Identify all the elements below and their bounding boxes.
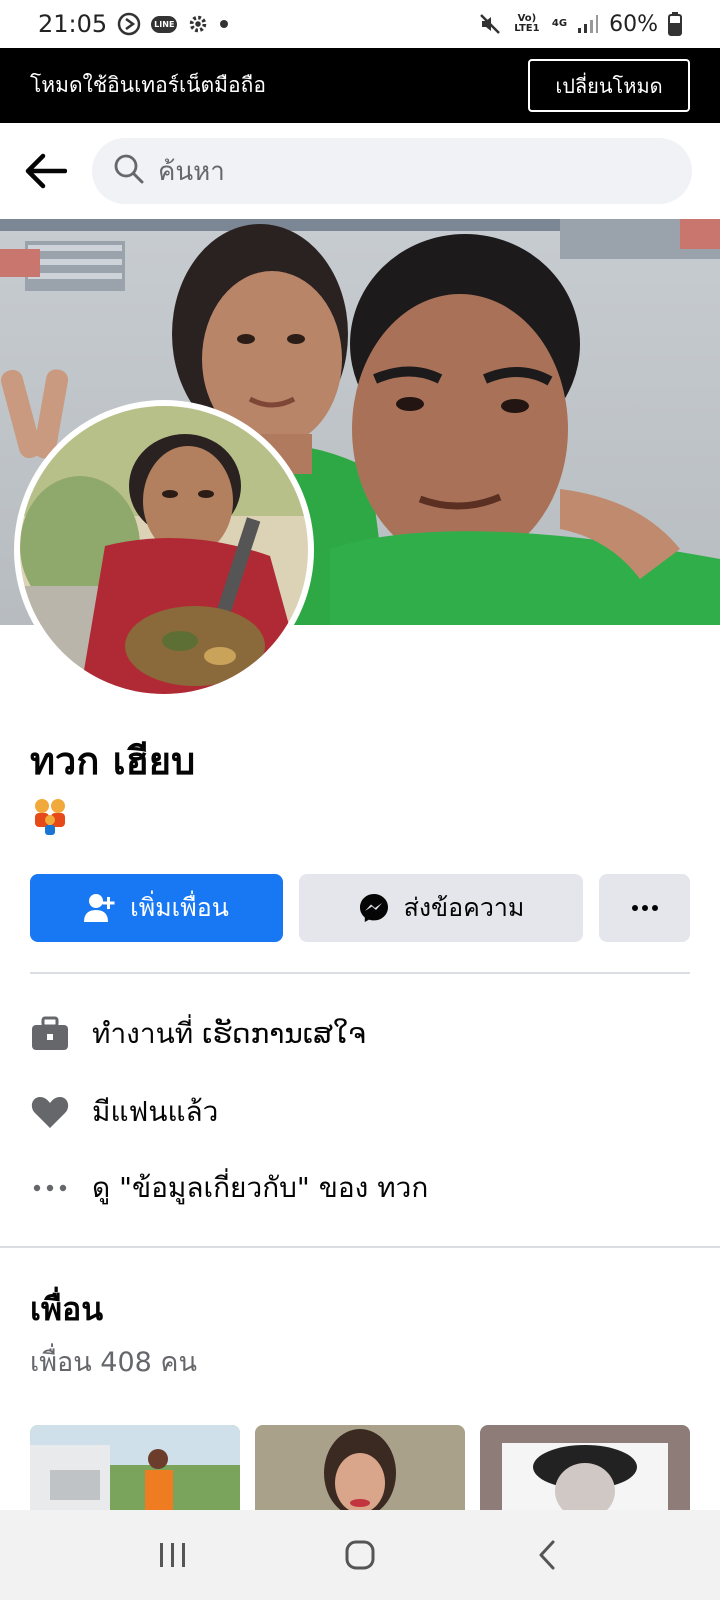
- add-friend-button[interactable]: เพิ่มเพื่อน: [30, 874, 283, 942]
- home-button[interactable]: [325, 1525, 395, 1585]
- add-friend-icon: [84, 894, 115, 922]
- search-input[interactable]: ค้นหา: [92, 138, 692, 204]
- battery-percent: 60%: [609, 11, 658, 37]
- recent-apps-button[interactable]: [138, 1525, 208, 1585]
- add-friend-label: เพิ่มเพื่อน: [130, 893, 229, 922]
- friends-title: เพื่อน: [30, 1290, 104, 1328]
- volte-icon: Vo) LTE1: [514, 13, 540, 34]
- data-mode-banner: โหมดใช้อินเทอร์เน็ตมือถือ เปลี่ยนโหมด: [0, 48, 720, 123]
- switch-mode-button[interactable]: เปลี่ยนโหมด: [528, 59, 690, 112]
- back-arrow-icon: [25, 153, 67, 189]
- clock: 21:05: [38, 10, 108, 38]
- relationship-text: มีแฟนแล้ว: [92, 1095, 219, 1128]
- about-info[interactable]: ดู "ข้อมูลเกี่ยวกับ" ของ ทวก: [30, 1158, 690, 1218]
- work-info: ทำงานที่ ເຮັດການເສໃຈ: [30, 1004, 690, 1064]
- notification-dot-icon: [219, 19, 229, 29]
- chevron-left-icon: [539, 1540, 555, 1570]
- home-icon: [345, 1540, 375, 1570]
- search-placeholder: ค้นหา: [158, 156, 225, 187]
- signal-icon: [577, 14, 599, 34]
- recent-apps-icon: [160, 1543, 186, 1567]
- message-button[interactable]: ส่งข้อความ: [299, 874, 583, 942]
- briefcase-icon: [30, 1014, 70, 1054]
- more-dots-icon: [30, 1168, 70, 1208]
- divider: [30, 972, 690, 974]
- friend-thumbnail[interactable]: [480, 1425, 690, 1515]
- system-nav-bar: [0, 1510, 720, 1600]
- battery-icon: [668, 12, 682, 36]
- more-dots-icon: [631, 905, 658, 911]
- line-icon: LINE: [151, 15, 178, 33]
- search-icon: [114, 154, 144, 188]
- mute-icon: [478, 12, 502, 36]
- work-text: ทำงานที่ ເຮັດການເສໃຈ: [92, 1017, 366, 1050]
- heart-icon: [30, 1092, 70, 1132]
- messenger-icon: [359, 894, 388, 922]
- data-mode-text: โหมดใช้อินเทอร์เน็ตมือถือ: [30, 73, 266, 97]
- section-separator: [0, 1246, 720, 1248]
- system-back-button[interactable]: [512, 1525, 582, 1585]
- profile-name: ทวก เฮียบ: [30, 739, 196, 783]
- friends-count: เพื่อน 408 คน: [30, 1347, 197, 1378]
- nav-arrow-icon: [117, 12, 141, 36]
- settings-gear-icon: [187, 13, 209, 35]
- family-emoji-icon: [30, 796, 70, 840]
- back-button[interactable]: [22, 147, 70, 195]
- about-link-text[interactable]: ดู "ข้อมูลเกี่ยวกับ" ของ ทวก: [92, 1166, 428, 1210]
- status-bar: 21:05 LINE Vo) LTE1 4G 60%: [0, 0, 720, 48]
- friend-thumbnail[interactable]: [30, 1425, 240, 1515]
- search-header: ค้นหา: [0, 123, 720, 219]
- more-options-button[interactable]: [599, 874, 690, 942]
- network-4g-icon: 4G: [551, 18, 568, 29]
- profile-actions: เพิ่มเพื่อน ส่งข้อความ: [30, 874, 690, 942]
- relationship-info: มีแฟนแล้ว: [30, 1082, 690, 1142]
- friend-thumbnail[interactable]: [255, 1425, 465, 1515]
- profile-avatar[interactable]: [14, 400, 314, 700]
- message-label: ส่งข้อความ: [403, 893, 525, 922]
